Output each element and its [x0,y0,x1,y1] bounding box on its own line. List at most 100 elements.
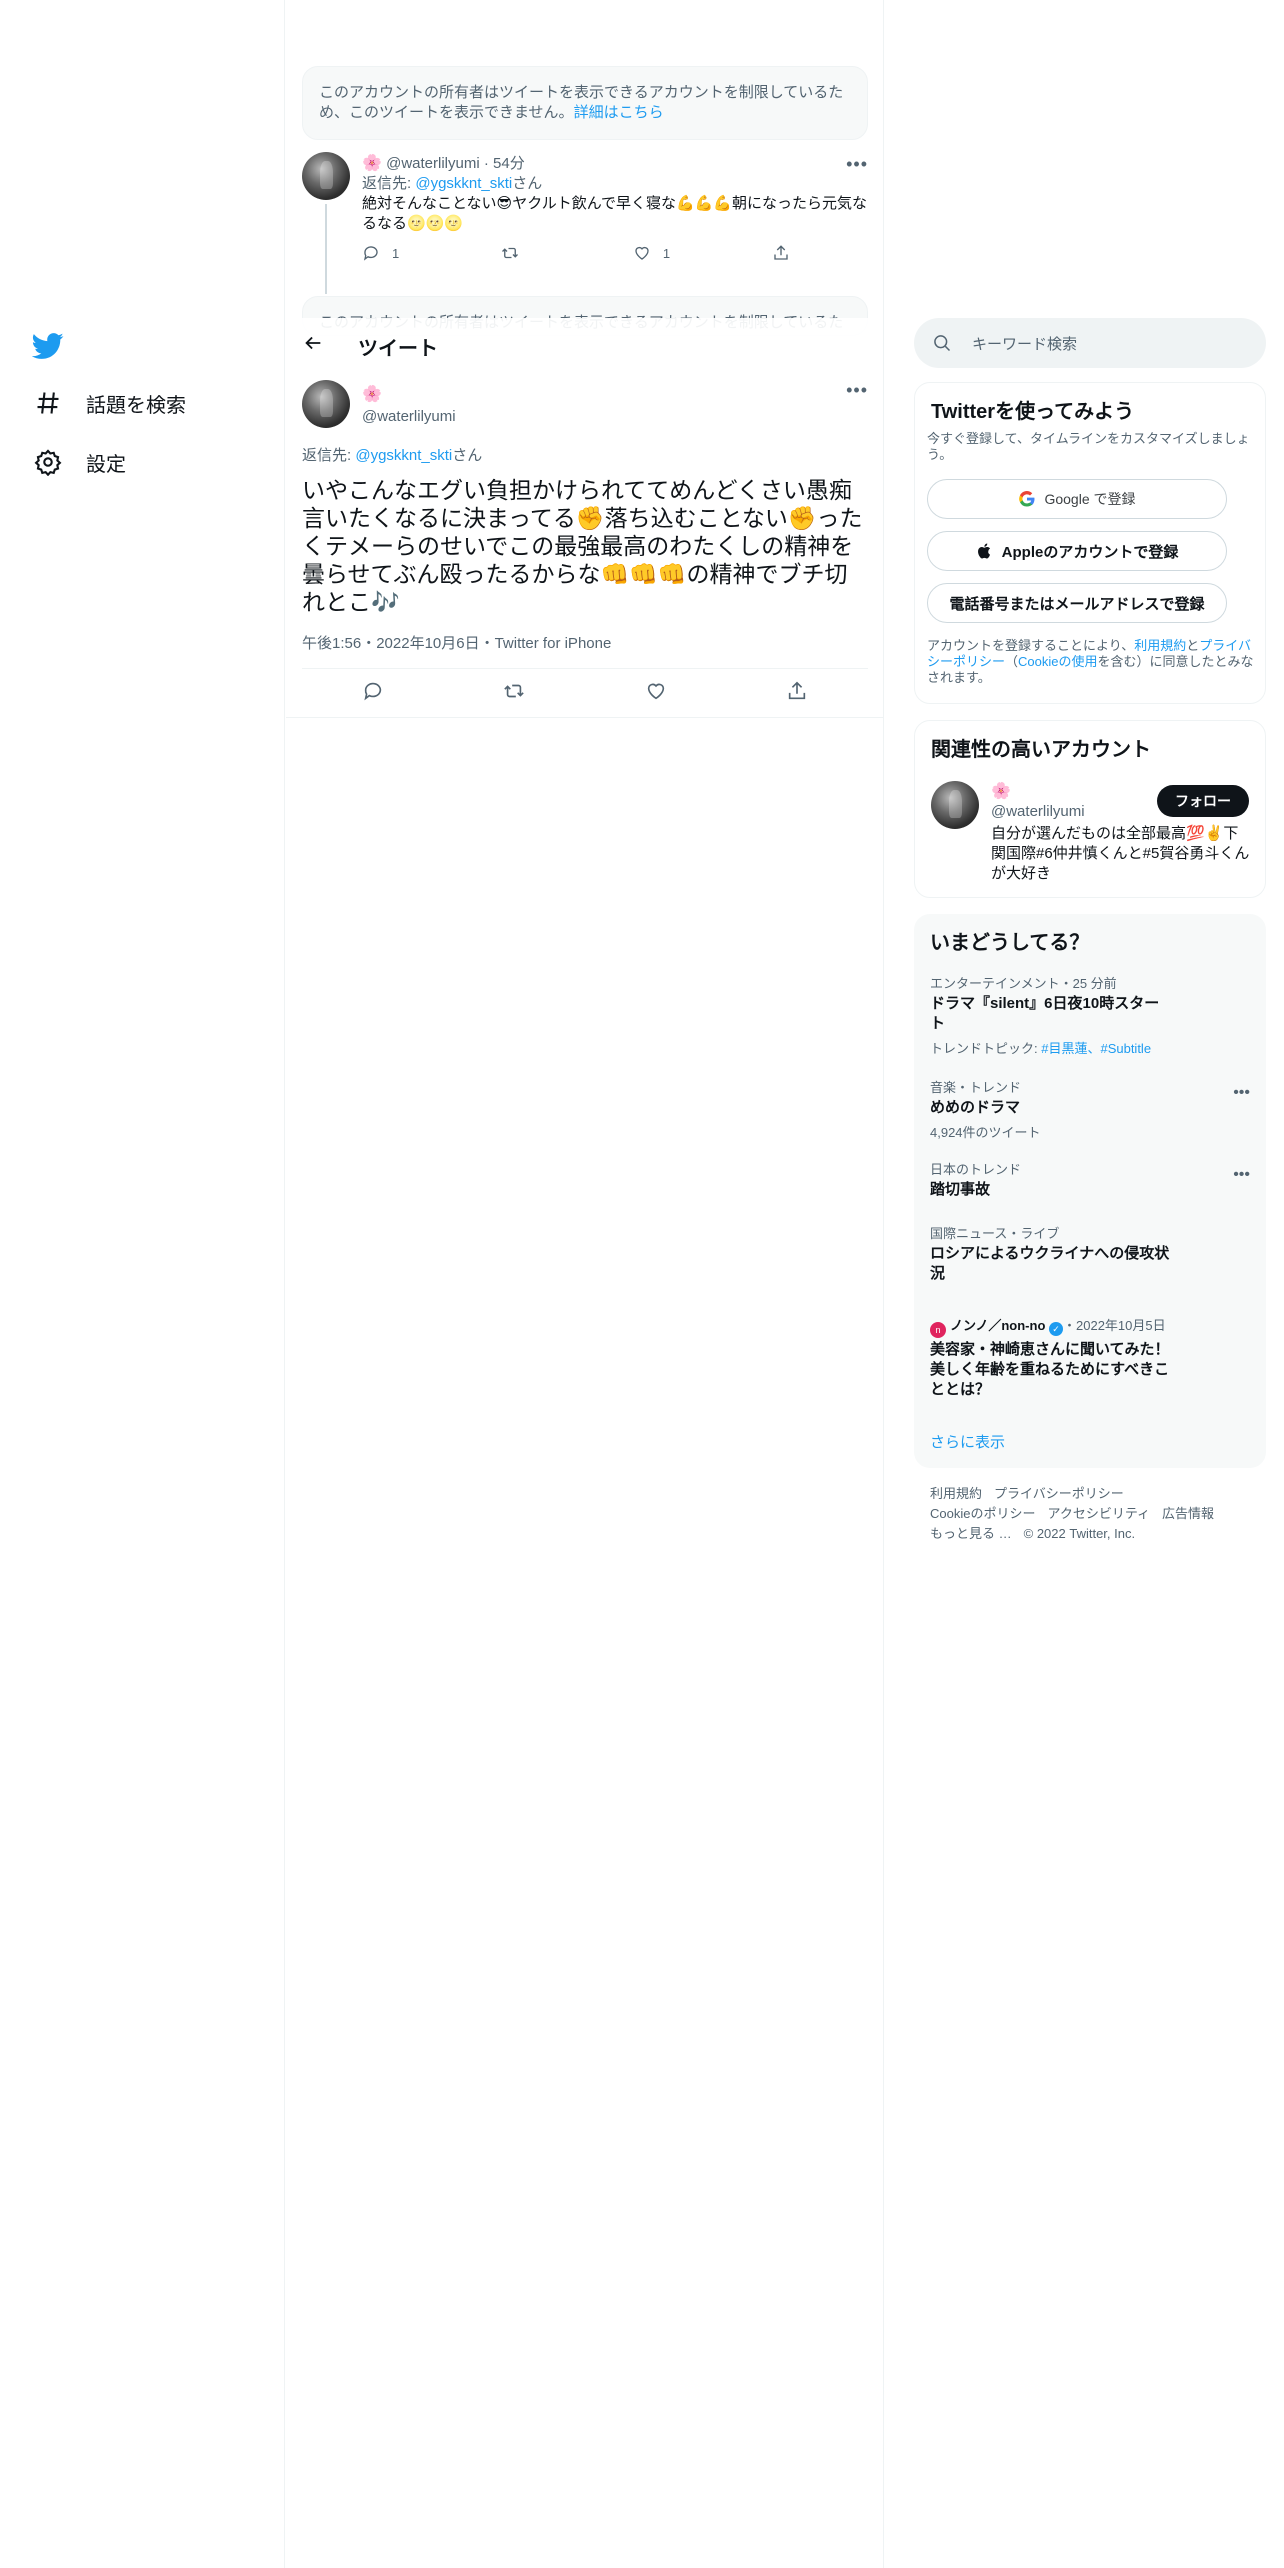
more-options-icon[interactable]: ••• [846,154,868,175]
nonno-logo-icon: n [930,1322,946,1338]
trends-title: いまどうしてる？ [930,932,1090,954]
tweet-meta: 🌸 @waterlilyumi · 54分 [362,155,525,172]
phone-email-signup-label: 電話番号またはメールアドレスで登録 [949,595,1205,613]
footer-link[interactable]: Cookieのポリシー [930,1506,1035,1521]
retweet-icon[interactable] [503,680,525,702]
footer-link[interactable]: プライバシーポリシー [994,1486,1124,1501]
related-title: 関連性の高いアカウント [931,739,1151,761]
user-bio: 自分が選んだものは全部最高💯✌️下関国際#6仲井慎くんと#5賀谷勇斗くんが大好き [991,825,1250,882]
footer-link[interactable]: アクセシビリティ [1047,1506,1150,1521]
nav-settings[interactable]: 設定 [28,437,138,487]
left-navigation: 話題を検索 設定 [0,0,285,2568]
share-icon[interactable] [786,680,808,702]
apple-signup-button[interactable]: Appleのアカウントで登録 [927,531,1227,571]
terms-link[interactable]: 利用規約 [1134,638,1186,653]
signup-legal-text: アカウントを登録することにより、利用規約とプライバシーポリシー（Cookieの使… [927,638,1254,685]
trend-name: ロシアによるウクライナへの侵攻状況 [930,1245,1170,1282]
follow-button[interactable]: フォロー [1157,785,1249,817]
more-options-icon[interactable]: ••• [846,380,868,401]
nav-settings-label: 設定 [86,453,126,476]
footer-more-link[interactable]: もっと見る … [930,1526,1012,1541]
avatar[interactable] [302,152,350,200]
google-icon [1019,490,1035,507]
trend-item[interactable]: 音楽・トレンド めめのドラマ 4,924件のツイート ••• [930,1080,1250,1141]
trend-name: めめのドラマ [930,1099,1021,1116]
reply-to-handle-link[interactable]: @ygskknt_skti [415,175,512,192]
nav-explore-label: 話題を検索 [86,394,186,417]
trend-topics: トレンドトピック: #目黒蓮、#Subtitle [930,1041,1152,1056]
tweet-text: いやこんなエグい負担かけられててめんどくさい愚痴言いたくなるに決まってる✊落ち込… [302,477,863,615]
reply-to: 返信先: @ygskknt_sktiさん [362,175,543,192]
trend-item[interactable]: 国際ニュース・ライブ ロシアによるウクライナへの侵攻状況 [930,1226,1250,1284]
display-name[interactable]: 🌸 [362,155,382,172]
twitter-logo-icon[interactable] [32,330,64,362]
like-count: 1 [662,245,671,261]
trend-tweet-count: 4,924件のツイート [930,1125,1041,1140]
search-input[interactable]: キーワード検索 [914,318,1266,368]
hashtag-icon [37,392,59,414]
page-header: ツイート [286,318,883,370]
trend-name: 美容家・神崎恵さんに聞いてみた！美しく年齢を重ねるためにすべきこととは？ [930,1341,1170,1398]
tweet-text: 絶対そんなことない😎ヤクルト飲んで早く寝な💪💪💪朝になったら元気なるなる🌝🌝🌝 [362,195,868,232]
user-handle[interactable]: @waterlilyumi [362,408,456,425]
trends-card: いまどうしてる？ エンターテインメント・25 分前 ドラマ『silent』6日夜… [914,914,1266,1468]
more-options-icon[interactable]: ••• [1233,1084,1250,1102]
trend-context: 日本のトレンド [930,1162,1022,1177]
tweet-time[interactable]: 54分 [493,155,525,172]
trend-date: ・2022年10月5日 [1063,1318,1166,1333]
learn-more-link[interactable]: 詳細はこちら [574,104,664,121]
avatar[interactable] [931,781,979,829]
like-button[interactable]: 1 [633,244,670,262]
reply-icon[interactable] [362,680,384,702]
reply-to-handle-link[interactable]: @ygskknt_skti [355,447,452,464]
phone-email-signup-button[interactable]: 電話番号またはメールアドレスで登録 [927,583,1227,623]
tweet-actions: 1 1 [362,244,802,262]
cookie-link[interactable]: Cookieの使用 [1018,654,1097,669]
footer-link[interactable]: 広告情報 [1162,1506,1214,1521]
show-more-link[interactable]: さらに表示 [930,1431,1005,1452]
trend-item[interactable]: n ノンノ／non-no ✓ ・2022年10月5日 美容家・神崎恵さんに聞いてみた… [930,1318,1250,1400]
footer-link[interactable]: 利用規約 [930,1486,982,1501]
user-handle[interactable]: @waterlilyumi [386,155,480,172]
page-title: ツイート [358,338,438,360]
reply-count: 1 [392,245,400,261]
trend-hashtag-link[interactable]: #目黒蓮、#Subtitle [1041,1041,1151,1056]
nav-explore[interactable]: 話題を検索 [28,378,198,428]
trend-source: ノンノ／non-no [950,1318,1046,1333]
parent-tweet[interactable]: 🌸 @waterlilyumi · 54分 返信先: @ygskknt_skti… [302,148,868,294]
divider [286,717,883,718]
signup-card: Twitterを使ってみよう 今すぐ登録して、タイムラインをカスタマイズしましょ… [914,382,1266,704]
back-arrow-icon[interactable] [302,332,324,354]
tweet-timestamp[interactable]: 午後1:56・2022年10月6日・Twitter for iPhone [302,632,611,653]
trend-context: 音楽・トレンド [930,1080,1022,1095]
trend-context: n ノンノ／non-no ✓ ・2022年10月5日 [930,1318,1250,1338]
signup-title: Twitterを使ってみよう [931,401,1135,423]
search-placeholder: キーワード検索 [972,336,1078,353]
heart-icon[interactable] [645,680,667,702]
signup-subtitle: 今すぐ登録して、タイムラインをカスタマイズしましょう。 [927,431,1250,462]
apple-icon [977,543,990,559]
gear-icon [34,449,62,476]
trend-context: 国際ニュース・ライブ [930,1226,1060,1241]
display-name[interactable]: 🌸 [362,384,456,404]
more-options-icon[interactable]: ••• [1233,1166,1250,1184]
reply-icon [363,246,378,261]
retweet-button[interactable] [501,244,531,262]
share-button[interactable] [772,244,802,262]
trend-context: エンターテインメント・25 分前 [930,976,1117,991]
trend-item[interactable]: エンターテインメント・25 分前 ドラマ『silent』6日夜10時スタート ト… [930,976,1250,1057]
footer: 利用規約 プライバシーポリシー Cookieのポリシー アクセシビリティ 広告情報 も… [930,1484,1250,1544]
reply-button[interactable]: 1 [362,244,399,262]
google-signup-label: Google で登録 [1044,491,1136,507]
divider [302,668,868,669]
share-icon [774,245,788,260]
reply-to: 返信先: @ygskknt_sktiさん [302,447,483,464]
trend-name: ドラマ『silent』6日夜10時スタート [930,995,1160,1032]
search-icon [934,335,951,352]
retweet-icon [502,247,519,259]
verified-badge-icon: ✓ [1049,1322,1064,1336]
avatar[interactable] [302,380,350,428]
google-signup-button[interactable]: Google で登録 [927,479,1227,519]
trend-item[interactable]: 日本のトレンド 踏切事故 ••• [930,1162,1250,1200]
heart-icon [635,246,649,260]
